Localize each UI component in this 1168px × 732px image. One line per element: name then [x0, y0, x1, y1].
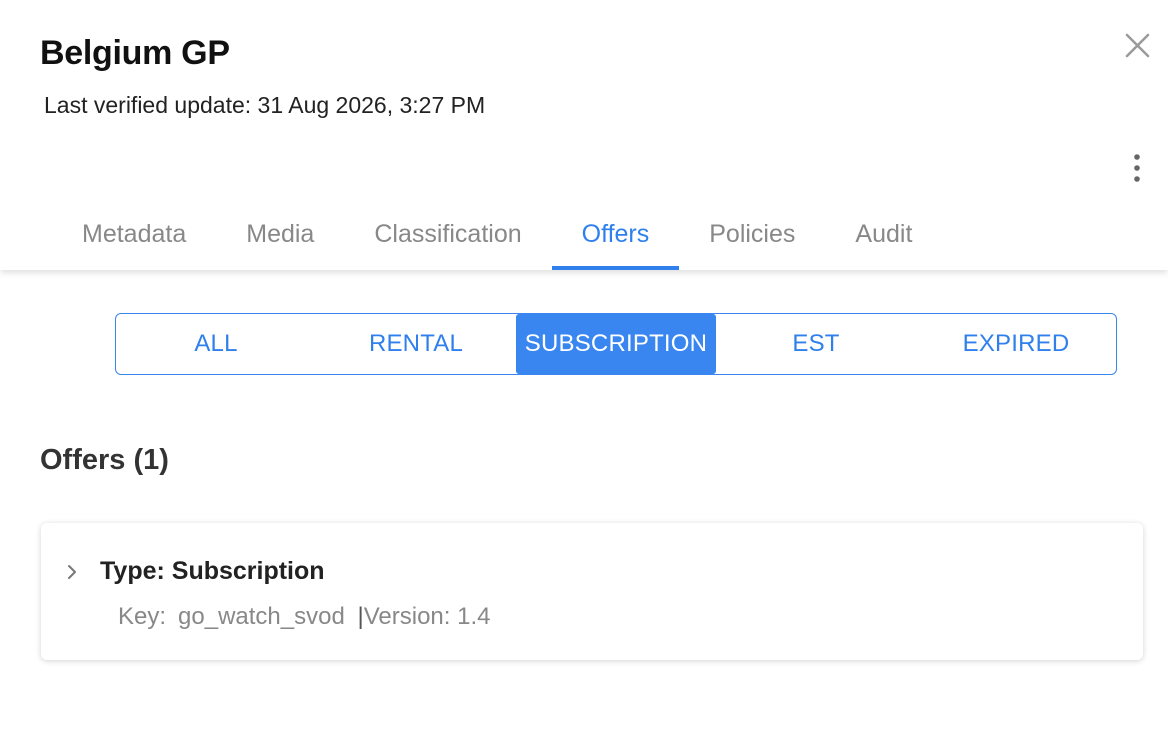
more-options-button[interactable]	[1120, 150, 1154, 186]
filter-subscription-button[interactable]: SUBSCRIPTION	[516, 314, 716, 374]
offer-type-filter: ALL RENTAL SUBSCRIPTION EST EXPIRED	[115, 313, 1117, 375]
offer-key-label: Key:	[118, 603, 167, 630]
offer-version: Version: 1.4	[363, 603, 491, 630]
offer-meta: Key: go_watch_svod |Version: 1.4	[118, 603, 490, 631]
tab-media[interactable]: Media	[216, 208, 344, 270]
close-button[interactable]	[1118, 26, 1158, 66]
detail-header: Belgium GP Last verified update: 31 Aug …	[0, 0, 1168, 270]
filter-expired-button[interactable]: EXPIRED	[916, 314, 1116, 374]
tab-bar: Metadata Media Classification Offers Pol…	[52, 208, 942, 270]
tab-policies[interactable]: Policies	[679, 208, 825, 270]
page-title: Belgium GP	[40, 34, 230, 72]
offer-key-value: go_watch_svod	[178, 603, 345, 630]
offer-type-label: Type: Subscription	[100, 557, 325, 585]
filter-rental-button[interactable]: RENTAL	[316, 314, 516, 374]
offers-heading: Offers (1)	[40, 444, 169, 476]
tab-offers[interactable]: Offers	[551, 208, 680, 270]
chevron-right-icon	[68, 565, 76, 579]
offer-card[interactable]: Type: Subscription Key: go_watch_svod |Ve…	[41, 523, 1143, 660]
more-vertical-icon	[1134, 154, 1140, 182]
filter-est-button[interactable]: EST	[716, 314, 916, 374]
tab-audit[interactable]: Audit	[825, 208, 942, 270]
tab-classification[interactable]: Classification	[344, 208, 551, 270]
filter-all-button[interactable]: ALL	[116, 314, 316, 374]
close-icon	[1125, 33, 1150, 58]
last-update-text: Last verified update: 31 Aug 2026, 3:27 …	[44, 92, 486, 118]
expand-toggle[interactable]	[63, 561, 81, 583]
tab-metadata[interactable]: Metadata	[52, 208, 216, 270]
